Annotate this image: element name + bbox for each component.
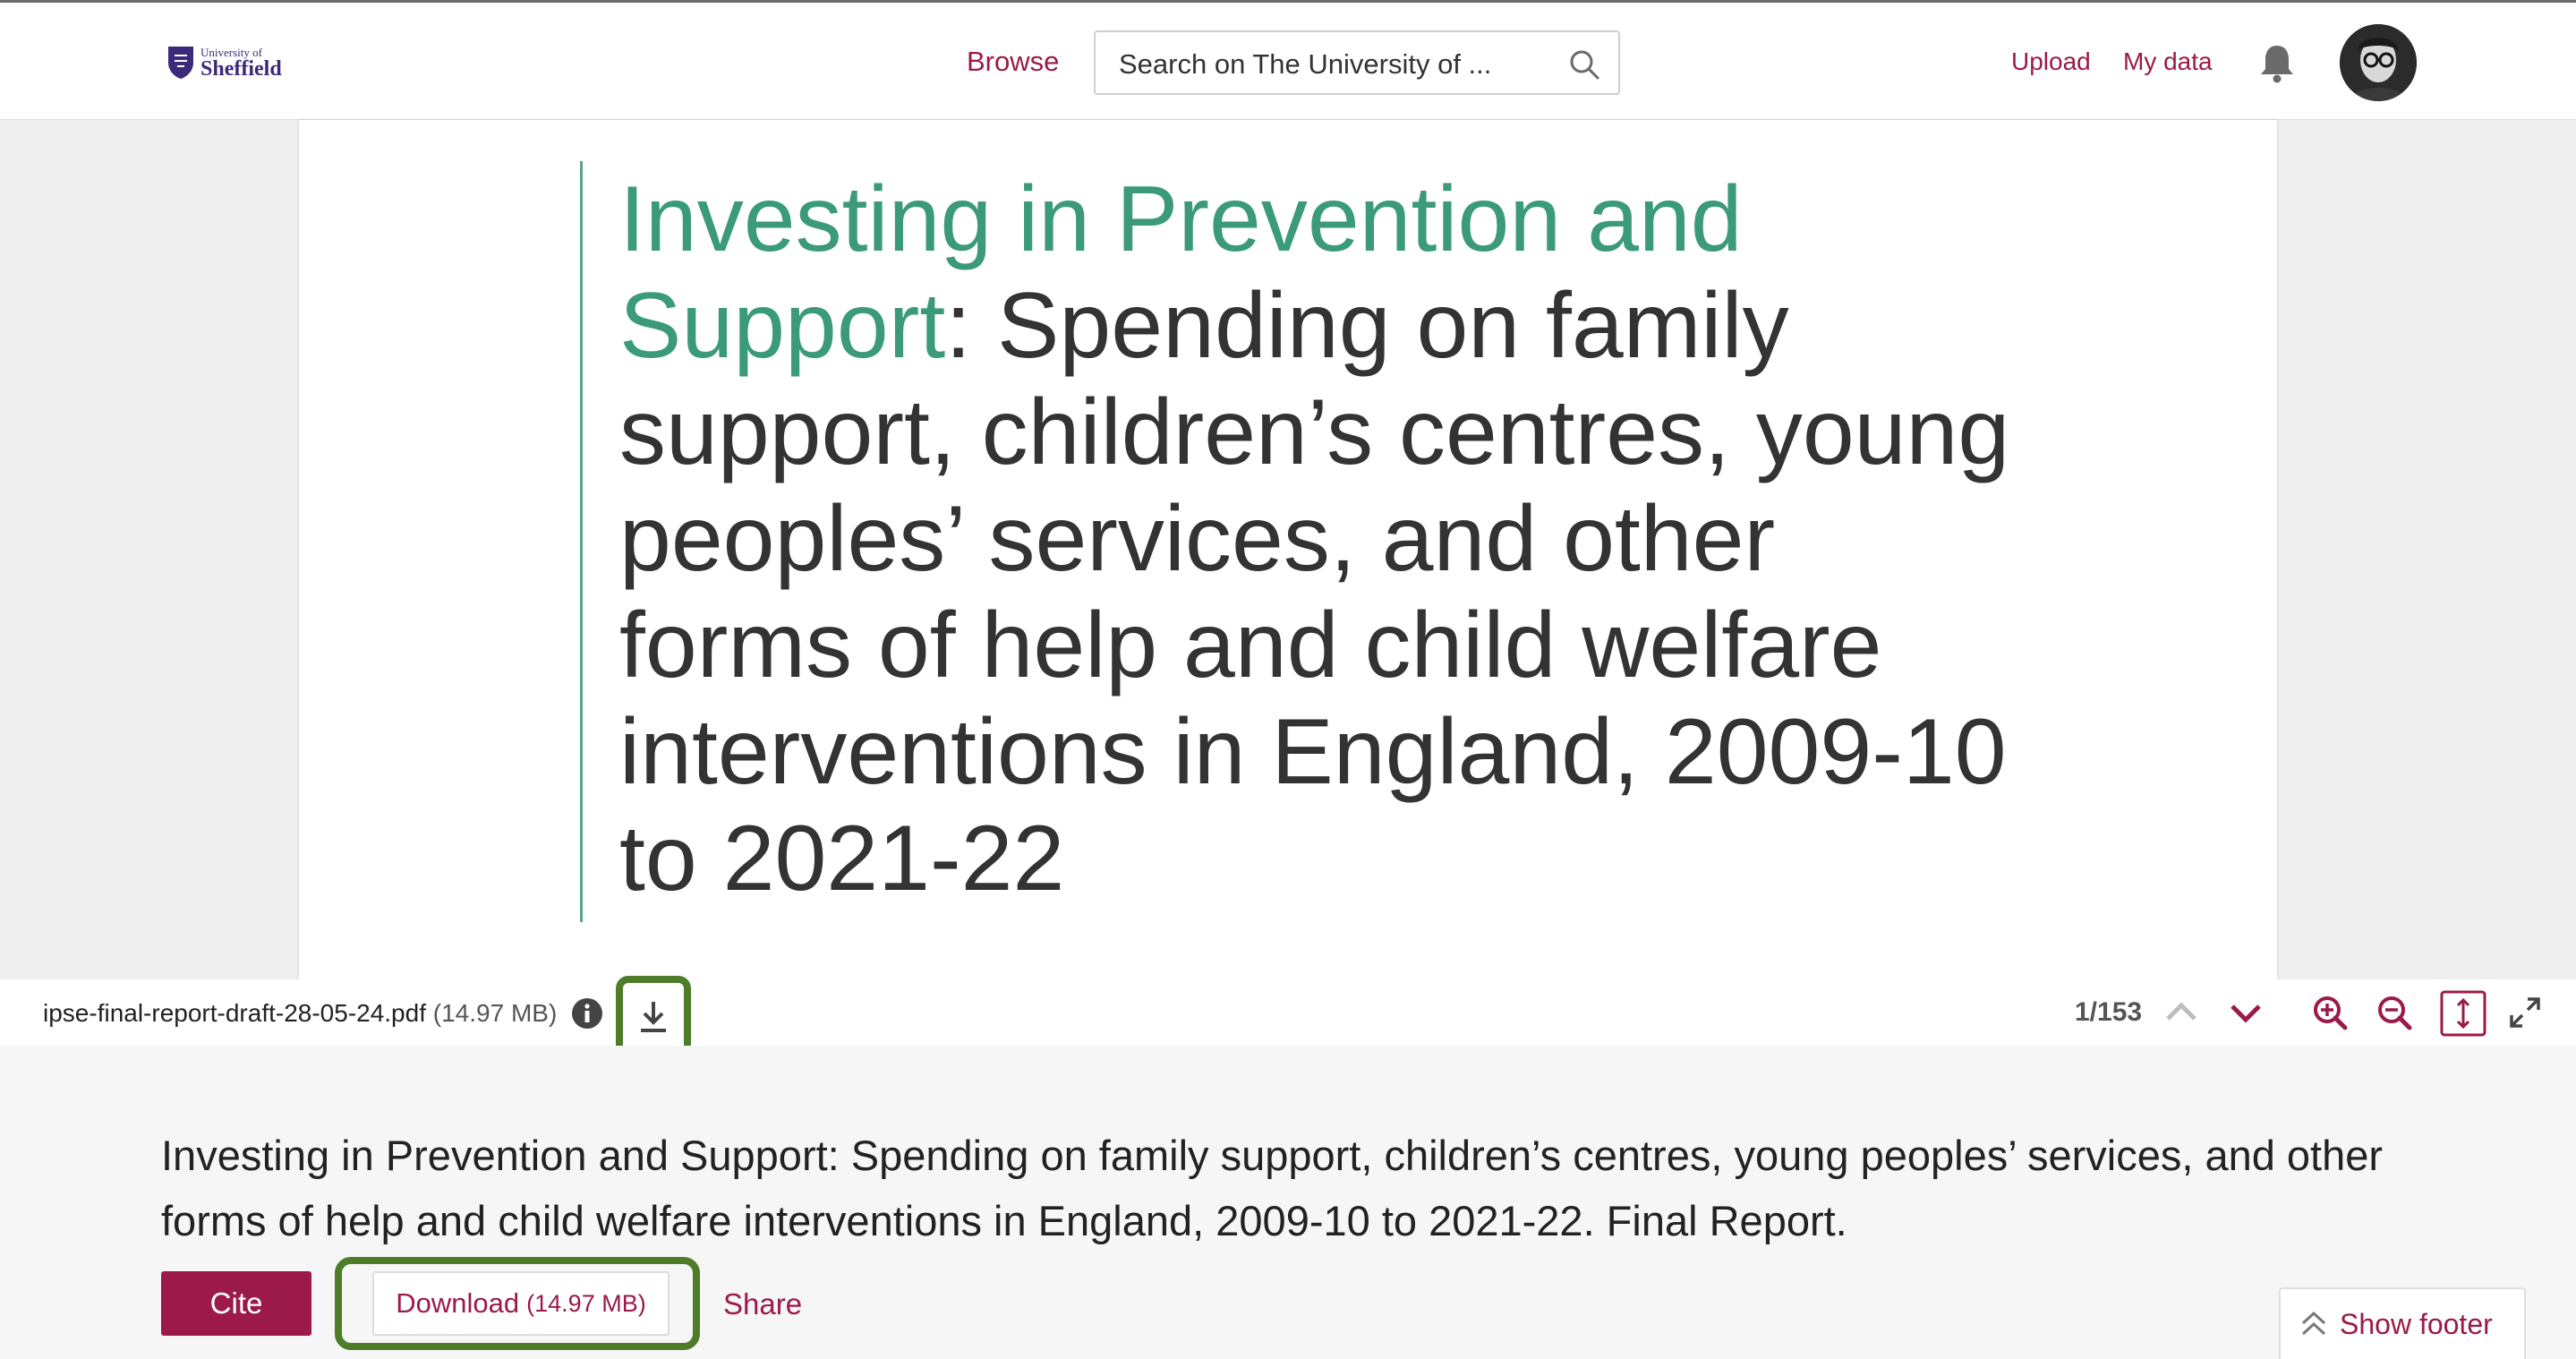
file-size: (14.97 MB): [432, 999, 558, 1027]
upload-link[interactable]: Upload: [2011, 47, 2091, 76]
title-rule: [580, 161, 583, 922]
page-indicator: 1/153: [2075, 997, 2143, 1027]
download-label: Download: [396, 1287, 520, 1319]
double-chevron-up-icon: [2301, 1311, 2326, 1336]
info-icon[interactable]: [571, 997, 603, 1030]
my-data-link[interactable]: My data: [2123, 47, 2213, 76]
pdf-page-title: Investing in Prevention and Support: Spe…: [619, 167, 2016, 912]
cite-button[interactable]: Cite: [161, 1271, 311, 1336]
bell-icon[interactable]: [2257, 42, 2297, 83]
pdf-viewer[interactable]: Investing in Prevention and Support: Spe…: [0, 120, 2576, 1058]
top-bar: University of Sheffield Browse Search on…: [0, 0, 2576, 120]
file-name-text: ipse-final-report-draft-28-05-24.pdf: [43, 999, 426, 1027]
next-page-icon[interactable]: [2227, 994, 2265, 1031]
download-icon: [641, 1002, 666, 1032]
pdf-page: Investing in Prevention and Support: Spe…: [299, 120, 2277, 979]
logo-line-1: University of: [200, 45, 262, 59]
show-footer-label: Show footer: [2340, 1307, 2493, 1340]
share-link[interactable]: Share: [723, 1287, 802, 1321]
fit-height-icon[interactable]: [2440, 990, 2486, 1037]
item-details: Investing in Prevention and Support: Spe…: [0, 1046, 2576, 1359]
zoom-out-icon[interactable]: [2376, 994, 2413, 1031]
shield-logo-icon: [168, 47, 193, 79]
fullscreen-icon[interactable]: [2506, 994, 2544, 1031]
avatar-image: [2340, 24, 2417, 101]
browse-link[interactable]: Browse: [967, 46, 1059, 78]
logo-text: University of Sheffield: [200, 47, 282, 80]
show-footer-button[interactable]: Show footer: [2279, 1287, 2526, 1359]
university-logo[interactable]: University of Sheffield: [166, 42, 286, 83]
viewer-toolbar: ipse-final-report-draft-28-05-24.pdf (14…: [0, 976, 2576, 1058]
zoom-in-icon[interactable]: [2311, 994, 2349, 1031]
download-button[interactable]: Download (14.97 MB): [372, 1271, 670, 1336]
item-title: Investing in Prevention and Support: Spe…: [161, 1132, 2384, 1244]
user-avatar[interactable]: [2340, 24, 2417, 101]
search-placeholder: Search on The University of ...: [1119, 48, 1492, 80]
search-input[interactable]: Search on The University of ...: [1094, 30, 1620, 95]
logo-line-2: Sheffield: [200, 56, 282, 81]
download-highlight: Download (14.97 MB): [335, 1257, 700, 1350]
download-size: (14.97 MB): [526, 1289, 646, 1317]
file-name: ipse-final-report-draft-28-05-24.pdf (14…: [43, 999, 557, 1028]
search-icon[interactable]: [1568, 48, 1600, 81]
previous-page-icon[interactable]: [2162, 994, 2200, 1031]
